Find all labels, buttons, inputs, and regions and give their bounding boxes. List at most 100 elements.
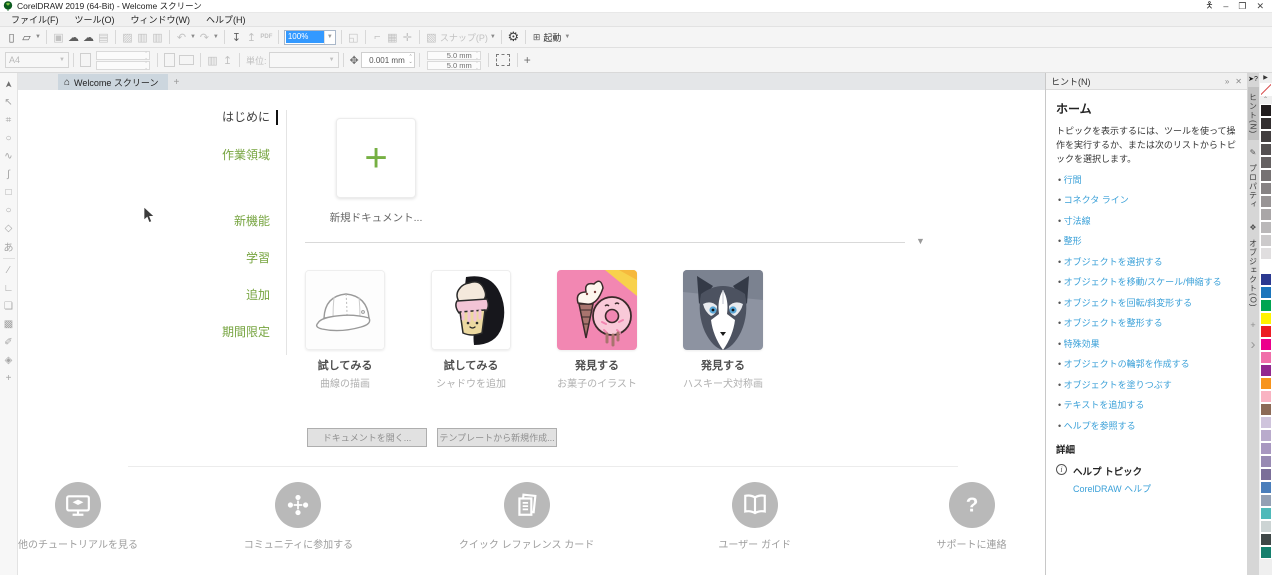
- fullscreen-preview-icon[interactable]: ◱: [346, 29, 361, 46]
- color-swatch[interactable]: [1260, 455, 1272, 468]
- hint-link-connector-lines[interactable]: コネクタ ライン: [1058, 193, 1237, 206]
- eyedropper-tool-icon[interactable]: ✐: [1, 334, 17, 351]
- zoom-caret-icon[interactable]: ▼: [324, 31, 335, 44]
- section-collapse-icon[interactable]: ▼: [916, 236, 925, 246]
- all-pages-icon[interactable]: ▥: [205, 52, 220, 69]
- coreldraw-help-link[interactable]: CorelDRAW ヘルプ: [1073, 482, 1151, 495]
- connector-tool-icon[interactable]: ∟: [1, 280, 17, 297]
- sample-card-husky[interactable]: 発見する ハスキー犬対称画: [683, 270, 763, 390]
- nudge-distance-spinner[interactable]: 0.001 mm ⌃⌄: [361, 52, 415, 68]
- dimension-tool-icon[interactable]: ∕: [1, 262, 17, 279]
- import-icon[interactable]: ↧: [229, 29, 244, 46]
- color-swatch[interactable]: [1260, 130, 1272, 143]
- page-height-spinner[interactable]: ⌃⌄: [96, 61, 150, 70]
- color-swatch[interactable]: [1260, 429, 1272, 442]
- duplicate-x-spinner[interactable]: 5.0 mm⌃⌄: [427, 51, 481, 60]
- no-color-swatch[interactable]: [1260, 83, 1272, 96]
- color-swatch[interactable]: [1260, 546, 1272, 559]
- nav-addons[interactable]: 追加: [178, 286, 270, 303]
- preview-mode-icon[interactable]: ▧: [424, 29, 439, 46]
- footer-support[interactable]: ? サポートに連絡: [915, 482, 1028, 551]
- text-tool-icon[interactable]: あ: [1, 238, 17, 255]
- hint-link-shape-objects[interactable]: オブジェクトを整形する: [1058, 316, 1237, 329]
- toolbox-customize-icon[interactable]: +: [1, 370, 17, 387]
- publish-pdf-icon[interactable]: PDF: [259, 29, 274, 46]
- color-swatch[interactable]: [1260, 351, 1272, 364]
- nav-learning[interactable]: 学習: [178, 249, 270, 266]
- color-swatch[interactable]: [1260, 481, 1272, 494]
- new-document-thumbnail[interactable]: +: [336, 118, 416, 198]
- color-swatch[interactable]: [1260, 390, 1272, 403]
- docker-tab-hints[interactable]: ヒント(N): [1248, 87, 1259, 140]
- new-document-icon[interactable]: ▯: [4, 29, 19, 46]
- color-swatch[interactable]: [1260, 364, 1272, 377]
- open-icon[interactable]: ▱: [19, 29, 34, 46]
- sweets-thumbnail[interactable]: [557, 270, 637, 350]
- color-swatch[interactable]: [1260, 494, 1272, 507]
- color-swatch[interactable]: [1260, 169, 1272, 182]
- minimize-button[interactable]: –: [1223, 1, 1228, 11]
- open-caret-icon[interactable]: ▼: [34, 29, 42, 46]
- color-swatch[interactable]: [1260, 117, 1272, 130]
- drop-shadow-tool-icon[interactable]: ❏: [1, 298, 17, 315]
- menu-file[interactable]: ファイル(F): [4, 12, 66, 27]
- grid-icon[interactable]: ▦: [385, 29, 400, 46]
- sample-card-curves[interactable]: 試してみる 曲線の描画: [305, 270, 385, 390]
- close-button[interactable]: ✕: [1256, 1, 1264, 12]
- cap-thumbnail[interactable]: [305, 270, 385, 350]
- freehand-tool-icon[interactable]: ∿: [1, 148, 17, 165]
- whats-this-cursor-icon[interactable]: ➤?: [1248, 75, 1258, 83]
- nav-whats-new[interactable]: 新機能: [178, 212, 270, 229]
- hint-link-dimension-lines[interactable]: 寸法線: [1058, 214, 1237, 227]
- account-icon[interactable]: 🯅: [1205, 0, 1213, 14]
- color-swatch[interactable]: [1260, 468, 1272, 481]
- export-icon[interactable]: ↥: [244, 29, 259, 46]
- color-swatch[interactable]: [1260, 143, 1272, 156]
- docker-tab-properties[interactable]: プロパティ: [1248, 158, 1259, 215]
- rectangle-tool-icon[interactable]: □: [1, 184, 17, 201]
- open-document-button[interactable]: ドキュメントを開く...: [307, 428, 427, 447]
- hint-link-special-effects[interactable]: 特殊効果: [1058, 337, 1237, 350]
- menu-help[interactable]: ヘルプ(H): [199, 12, 253, 27]
- new-document-card[interactable]: + 新規ドキュメント...: [318, 118, 434, 225]
- menu-tools[interactable]: ツール(O): [68, 12, 122, 27]
- page-size-combobox[interactable]: A4 ▼: [5, 52, 69, 68]
- color-swatch[interactable]: [1260, 533, 1272, 546]
- color-swatch[interactable]: [1260, 247, 1272, 260]
- color-swatch[interactable]: [1260, 338, 1272, 351]
- menu-window[interactable]: ウィンドウ(W): [124, 12, 198, 27]
- color-swatch[interactable]: [1260, 286, 1272, 299]
- add-docker-button[interactable]: +: [1250, 320, 1255, 330]
- color-swatch[interactable]: [1260, 221, 1272, 234]
- new-tab-button[interactable]: +: [168, 74, 184, 90]
- copy-icon[interactable]: ▥: [135, 29, 150, 46]
- smart-fill-tool-icon[interactable]: ◈: [1, 352, 17, 369]
- docker-close-icon[interactable]: ✕: [1235, 77, 1242, 86]
- print-icon[interactable]: ▤: [96, 29, 111, 46]
- color-swatch[interactable]: [1260, 312, 1272, 325]
- color-swatch[interactable]: [1260, 520, 1272, 533]
- nav-getting-started[interactable]: はじめに: [178, 108, 270, 125]
- footer-community[interactable]: コミュニティに参加する: [242, 482, 355, 551]
- footer-tutorials[interactable]: 他のチュートリアルを見る: [18, 482, 138, 551]
- snap-caret-icon[interactable]: ▼: [489, 29, 497, 46]
- duplicate-y-spinner[interactable]: 5.0 mm⌃⌄: [427, 61, 481, 70]
- guidelines-icon[interactable]: ✛: [400, 29, 415, 46]
- color-swatch[interactable]: [1260, 104, 1272, 117]
- hint-link-rotate-skew-objects[interactable]: オブジェクトを回転/斜変形する: [1058, 296, 1237, 309]
- color-swatch[interactable]: [1260, 403, 1272, 416]
- color-swatch[interactable]: [1260, 182, 1272, 195]
- zoom-tool-icon[interactable]: ○: [1, 130, 17, 147]
- landscape-button[interactable]: [179, 55, 194, 65]
- new-from-template-button[interactable]: テンプレートから新規作成...: [437, 428, 557, 447]
- snap-dropdown[interactable]: スナップ(P): [439, 29, 489, 46]
- color-swatch[interactable]: [1260, 442, 1272, 455]
- color-swatch[interactable]: [1260, 325, 1272, 338]
- save-icon[interactable]: ▣: [51, 29, 66, 46]
- color-swatch[interactable]: [1260, 299, 1272, 312]
- hint-link-add-text[interactable]: テキストを追加する: [1058, 398, 1237, 411]
- rulers-icon[interactable]: ⌐: [370, 29, 385, 46]
- units-combobox[interactable]: ▼: [269, 52, 339, 68]
- hint-link-move-scale-objects[interactable]: オブジェクトを移動/スケール/伸縮する: [1058, 275, 1237, 288]
- color-swatch[interactable]: [1260, 377, 1272, 390]
